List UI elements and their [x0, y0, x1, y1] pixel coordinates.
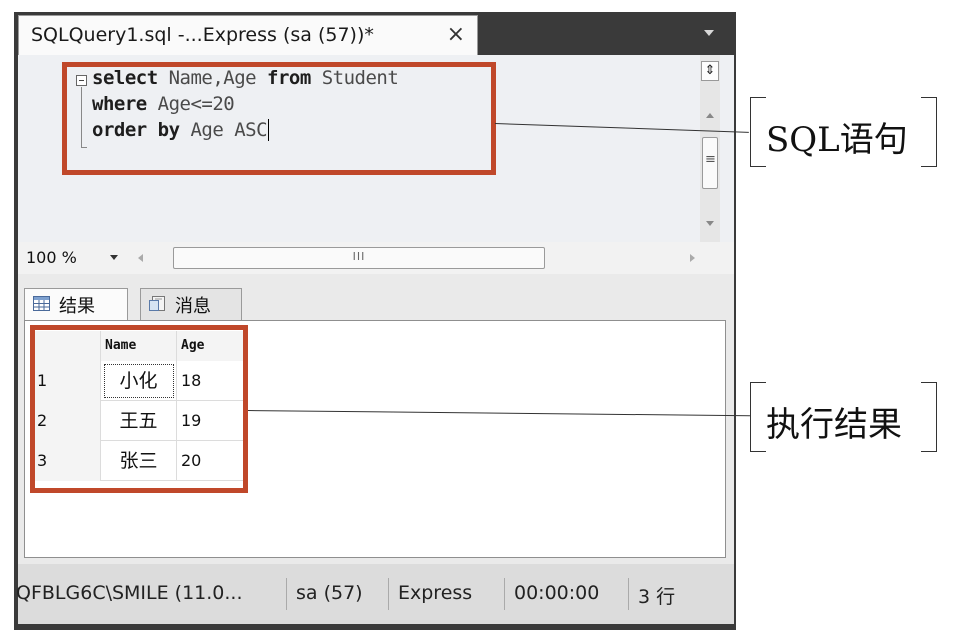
- tab-dropdown-icon[interactable]: [704, 30, 714, 36]
- zoom-scroll-bar: 100 % III: [18, 242, 734, 274]
- cell-age[interactable]: 18: [177, 361, 247, 401]
- status-edition: Express: [398, 582, 473, 604]
- tab-messages-label: 消息: [175, 296, 211, 317]
- messages-icon: [149, 296, 165, 311]
- cell-name[interactable]: 张三: [101, 441, 177, 481]
- tab-results-label: 结果: [59, 296, 95, 317]
- row-number[interactable]: 1: [33, 361, 101, 401]
- status-divider: [504, 578, 505, 610]
- cell-name[interactable]: 小化: [101, 361, 177, 401]
- status-divider: [388, 578, 389, 610]
- sql-label-bracket-right: [921, 97, 937, 167]
- row-header-corner[interactable]: [33, 331, 101, 361]
- sql-callout-label: SQL语句: [766, 120, 908, 160]
- status-divider: [286, 578, 287, 610]
- status-elapsed: 00:00:00: [514, 582, 600, 604]
- scroll-left-icon[interactable]: [138, 254, 143, 262]
- sql-label-bracket-left: [750, 97, 766, 167]
- query-tab[interactable]: SQLQuery1.sql -...Express (sa (57))* ×: [18, 15, 478, 55]
- split-icon[interactable]: ⇕: [701, 61, 719, 81]
- sql-editor[interactable]: select Name,Age from Student where Age<=…: [18, 55, 734, 242]
- row-number[interactable]: 2: [33, 401, 101, 441]
- scroll-up-icon[interactable]: [706, 113, 714, 118]
- vertical-scroll-thumb[interactable]: [702, 137, 718, 189]
- cell-name[interactable]: 王五: [101, 401, 177, 441]
- status-server: QFBLG6C\SMILE (11.0...: [16, 582, 243, 604]
- result-callout-label: 执行结果: [766, 405, 902, 445]
- zoom-dropdown-icon[interactable]: [110, 255, 118, 260]
- zoom-level[interactable]: 100 %: [26, 248, 77, 267]
- result-label-bracket-right: [921, 382, 937, 452]
- grid-icon: [33, 296, 50, 311]
- collapse-icon[interactable]: [76, 75, 87, 86]
- status-divider: [628, 578, 629, 610]
- cell-age[interactable]: 20: [177, 441, 247, 481]
- close-icon[interactable]: ×: [447, 22, 465, 47]
- fold-guide: [81, 87, 82, 147]
- cell-age[interactable]: 19: [177, 401, 247, 441]
- status-user: sa (57): [296, 582, 363, 604]
- status-row-count: 3 行: [638, 586, 676, 608]
- tab-title: SQLQuery1.sql -...Express (sa (57))*: [31, 24, 374, 46]
- fold-guide-end: [81, 147, 87, 148]
- table-header-row: Name Age: [33, 331, 247, 361]
- code-line-2: where Age<=20: [92, 93, 235, 115]
- vertical-scrollbar[interactable]: ⇕: [700, 55, 720, 242]
- results-pane: 结果 消息 Name Age 1 小化 18 2 王五 19 3 张三 20: [18, 274, 734, 564]
- table-row[interactable]: 1 小化 18: [33, 361, 247, 401]
- table-row[interactable]: 3 张三 20: [33, 441, 247, 481]
- code-line-1: select Name,Age from Student: [92, 67, 399, 89]
- horizontal-scroll-thumb[interactable]: III: [173, 247, 545, 269]
- result-label-bracket-left: [750, 382, 766, 452]
- column-header-name[interactable]: Name: [101, 331, 177, 361]
- sql-code[interactable]: select Name,Age from Student where Age<=…: [62, 67, 712, 237]
- row-number[interactable]: 3: [33, 441, 101, 481]
- scroll-down-icon[interactable]: [706, 221, 714, 226]
- column-header-age[interactable]: Age: [177, 331, 247, 361]
- tab-results[interactable]: 结果: [24, 288, 128, 320]
- table-row[interactable]: 2 王五 19: [33, 401, 247, 441]
- code-line-3: order by Age ASC: [92, 119, 270, 141]
- tab-messages[interactable]: 消息: [140, 288, 242, 320]
- results-grid[interactable]: Name Age 1 小化 18 2 王五 19 3 张三 20: [24, 320, 726, 558]
- scroll-right-icon[interactable]: [690, 254, 695, 262]
- status-bar: QFBLG6C\SMILE (11.0... sa (57) Express 0…: [16, 564, 734, 624]
